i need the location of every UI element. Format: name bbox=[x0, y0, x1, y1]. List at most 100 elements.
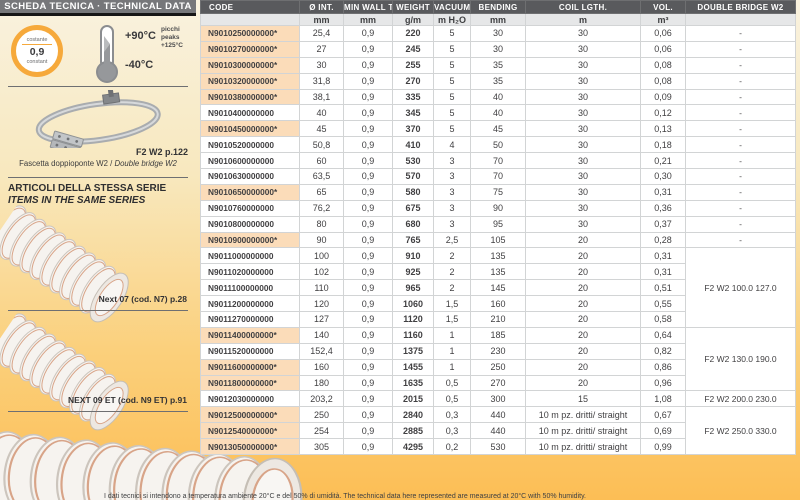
wall-cell: 0,9 bbox=[344, 232, 393, 248]
wall-cell: 0,9 bbox=[344, 280, 393, 296]
sidebar-header-title: SCHEDA TECNICA · TECHNICAL DATA bbox=[4, 1, 191, 12]
diameter-cell: 25,4 bbox=[300, 26, 344, 42]
double-bridge-cell: - bbox=[686, 26, 796, 42]
coil-cell: 30 bbox=[526, 153, 641, 169]
volume-cell: 0,08 bbox=[641, 73, 686, 89]
bending-cell: 40 bbox=[471, 105, 526, 121]
coil-cell: 20 bbox=[526, 248, 641, 264]
wall-cell: 0,9 bbox=[344, 57, 393, 73]
table-row: N901052000000050,80,9410450300,18- bbox=[201, 137, 796, 153]
volume-cell: 0,31 bbox=[641, 184, 686, 200]
vacuum-cell: 3 bbox=[434, 153, 471, 169]
bending-cell: 210 bbox=[471, 312, 526, 328]
volume-cell: 0,86 bbox=[641, 359, 686, 375]
bending-cell: 30 bbox=[471, 41, 526, 57]
bending-cell: 135 bbox=[471, 248, 526, 264]
coil-cell: 10 m pz. dritti/ straight bbox=[526, 423, 641, 439]
weight-cell: 2015 bbox=[393, 391, 434, 407]
series-title: ARTICOLI DELLA STESSA SERIE ITEMS IN THE… bbox=[8, 183, 166, 206]
double-bridge-cell: - bbox=[686, 216, 796, 232]
column-header: Ø INT. bbox=[300, 1, 344, 14]
vacuum-cell: 1 bbox=[434, 343, 471, 359]
vacuum-cell: 0,2 bbox=[434, 439, 471, 455]
volume-cell: 0,13 bbox=[641, 121, 686, 137]
wall-cell: 0,9 bbox=[344, 359, 393, 375]
volume-cell: 0,37 bbox=[641, 216, 686, 232]
vacuum-cell: 5 bbox=[434, 73, 471, 89]
code-cell: N9012030000000 bbox=[201, 391, 300, 407]
weight-cell: 345 bbox=[393, 105, 434, 121]
wall-cell: 0,9 bbox=[344, 105, 393, 121]
vacuum-cell: 0,3 bbox=[434, 423, 471, 439]
footnote: I dati tecnici si intendono a temperatur… bbox=[104, 493, 794, 500]
coil-cell: 20 bbox=[526, 312, 641, 328]
code-cell: N9011270000000 bbox=[201, 312, 300, 328]
diameter-cell: 76,2 bbox=[300, 200, 344, 216]
diameter-cell: 102 bbox=[300, 264, 344, 280]
volume-cell: 0,18 bbox=[641, 137, 686, 153]
coil-cell: 30 bbox=[526, 137, 641, 153]
table-row: N9010650000000*650,9580375300,31- bbox=[201, 184, 796, 200]
bending-cell: 35 bbox=[471, 73, 526, 89]
diameter-cell: 250 bbox=[300, 407, 344, 423]
wall-cell: 0,9 bbox=[344, 169, 393, 185]
table-row: N90110000000001000,99102135200,31F2 W2 1… bbox=[201, 248, 796, 264]
coil-cell: 20 bbox=[526, 280, 641, 296]
code-cell: N9010380000000* bbox=[201, 89, 300, 105]
weight-cell: 910 bbox=[393, 248, 434, 264]
diameter-cell: 110 bbox=[300, 280, 344, 296]
vacuum-cell: 0,5 bbox=[434, 375, 471, 391]
diameter-cell: 65 bbox=[300, 184, 344, 200]
double-bridge-cell: F2 W2 200.0 230.0 bbox=[686, 391, 796, 407]
hose-caption-next09et: NEXT 09 ET (cod. N9 ET) p.91 bbox=[68, 395, 187, 405]
bending-cell: 185 bbox=[471, 327, 526, 343]
vacuum-cell: 2 bbox=[434, 248, 471, 264]
coil-cell: 30 bbox=[526, 73, 641, 89]
weight-cell: 270 bbox=[393, 73, 434, 89]
vacuum-cell: 0,3 bbox=[434, 407, 471, 423]
volume-cell: 0,58 bbox=[641, 312, 686, 328]
coil-cell: 30 bbox=[526, 121, 641, 137]
column-unit: m³ bbox=[641, 14, 686, 26]
code-cell: N9011400000000* bbox=[201, 327, 300, 343]
diameter-cell: 160 bbox=[300, 359, 344, 375]
diameter-cell: 100 bbox=[300, 248, 344, 264]
weight-cell: 1635 bbox=[393, 375, 434, 391]
table-row: N9011400000000*1400,911601185200,64F2 W2… bbox=[201, 327, 796, 343]
bending-cell: 440 bbox=[471, 423, 526, 439]
column-header: VACUUM bbox=[434, 1, 471, 14]
table-row: N9010250000000*25,40,9220530300,06- bbox=[201, 26, 796, 42]
wall-cell: 0,9 bbox=[344, 407, 393, 423]
vacuum-cell: 2 bbox=[434, 264, 471, 280]
wall-cell: 0,9 bbox=[344, 26, 393, 42]
wall-cell: 0,9 bbox=[344, 296, 393, 312]
code-cell: N9010250000000* bbox=[201, 26, 300, 42]
diameter-cell: 45 bbox=[300, 121, 344, 137]
sidebar: SCHEDA TECNICA · TECHNICAL DATA costante… bbox=[0, 0, 196, 500]
table-row: N9012030000000203,20,920150,5300151,08F2… bbox=[201, 391, 796, 407]
wall-cell: 0,9 bbox=[344, 439, 393, 455]
code-cell: N9011200000000 bbox=[201, 296, 300, 312]
wall-cell: 0,9 bbox=[344, 391, 393, 407]
volume-cell: 0,99 bbox=[641, 439, 686, 455]
code-cell: N9010600000000 bbox=[201, 153, 300, 169]
wall-cell: 0,9 bbox=[344, 343, 393, 359]
code-cell: N9010520000000 bbox=[201, 137, 300, 153]
volume-cell: 0,08 bbox=[641, 57, 686, 73]
bending-cell: 35 bbox=[471, 57, 526, 73]
bending-cell: 230 bbox=[471, 343, 526, 359]
bending-cell: 30 bbox=[471, 26, 526, 42]
column-unit bbox=[201, 14, 300, 26]
sidebar-header: SCHEDA TECNICA · TECHNICAL DATA bbox=[0, 0, 196, 16]
column-header: VOL. bbox=[641, 1, 686, 14]
spec-table-head: CODEØ INT.MIN WALL TH.WEIGHTVACUUMBENDIN… bbox=[201, 1, 796, 26]
vacuum-cell: 5 bbox=[434, 105, 471, 121]
vacuum-cell: 0,5 bbox=[434, 391, 471, 407]
table-row: N901076000000076,20,9675390300,36- bbox=[201, 200, 796, 216]
table-row: N9010300000000*300,9255535300,08- bbox=[201, 57, 796, 73]
constant-badge: costante 0,9 constant bbox=[11, 25, 63, 77]
diameter-cell: 140 bbox=[300, 327, 344, 343]
code-cell: N9010630000000 bbox=[201, 169, 300, 185]
column-header: MIN WALL TH. bbox=[344, 1, 393, 14]
volume-cell: 0,36 bbox=[641, 200, 686, 216]
